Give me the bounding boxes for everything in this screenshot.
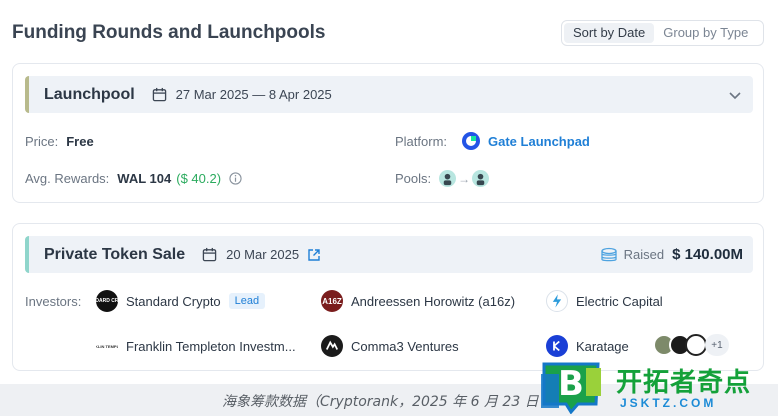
calendar-icon <box>152 87 166 102</box>
investor-name: Electric Capital <box>576 293 663 309</box>
calendar-icon <box>202 247 217 262</box>
external-link-icon[interactable] <box>307 248 321 262</box>
standard-crypto-logo: STANDARD CRYPTO <box>96 290 118 312</box>
pools-row: Pools: → <box>395 170 490 187</box>
private-sale-title: Private Token Sale <box>44 245 186 263</box>
investor-item[interactable]: STANDARD CRYPTO Standard Crypto Lead <box>96 290 266 312</box>
investor-item[interactable]: Karatage <box>546 335 629 357</box>
chevron-down-icon[interactable] <box>727 87 743 103</box>
investor-name: Andreessen Horowitz (a16z) <box>351 293 516 309</box>
franklin-templeton-logo: FRANKLIN TEMPLETON <box>96 335 118 357</box>
investor-name: Franklin Templeton Investm... <box>126 338 296 354</box>
comma3-logo <box>321 335 343 357</box>
coins-icon <box>600 247 617 261</box>
karatage-logo <box>546 335 568 357</box>
price-label: Price: <box>25 134 59 149</box>
investor-name: Comma3 Ventures <box>351 338 459 354</box>
rewards-row: Avg. Rewards: WAL 104 ($ 40.2) <box>25 171 242 186</box>
private-sale-header[interactable]: Private Token Sale 20 Mar 2025 Raised $ … <box>25 236 753 273</box>
a16z-logo: A16Z <box>321 290 343 312</box>
platform-label: Platform: <box>395 133 448 149</box>
investor-item[interactable]: A16Z Andreessen Horowitz (a16z) <box>321 290 515 312</box>
group-by-type-button[interactable]: Group by Type <box>654 23 757 43</box>
platform-row: Platform: Gate Launchpad <box>395 131 590 151</box>
info-icon[interactable] <box>229 172 242 185</box>
price-value: Free <box>66 134 94 149</box>
gate-logo-icon <box>462 132 481 150</box>
launchpool-card: Launchpool 27 Mar 2025 — 8 Apr 2025 Pric… <box>12 63 764 203</box>
more-investors-count[interactable]: +1 <box>705 334 729 356</box>
more-investors-group[interactable]: +1 <box>653 334 729 356</box>
launchpool-title: Launchpool <box>44 85 135 103</box>
raised-group: Raised $ 140.00M <box>600 236 743 273</box>
pools-label: Pools: <box>395 171 432 186</box>
investor-avatar-icon <box>685 334 707 356</box>
watermark-subtitle: JSKTZ.COM <box>620 396 717 410</box>
caption: 海象筹款数据（Cryptorank，2025 年 6 月 23 日 <box>222 394 539 410</box>
rewards-label: Avg. Rewards: <box>25 171 110 186</box>
investor-name: Karatage <box>576 338 629 354</box>
watermark: B 开拓者奇点 JSKTZ.COM <box>536 358 778 416</box>
investor-item[interactable]: FRANKLIN TEMPLETON Franklin Templeton In… <box>96 335 296 357</box>
investors-label-text: Investors: <box>25 294 82 309</box>
sort-toggle: Sort by Date Group by Type <box>561 20 764 46</box>
launchpool-header[interactable]: Launchpool 27 Mar 2025 — 8 Apr 2025 <box>25 76 753 113</box>
rewards-usd: ($ 40.2) <box>176 171 222 186</box>
raised-value: $ 140.00M <box>672 246 743 263</box>
electric-capital-logo <box>546 290 568 312</box>
price-row: Price: Free <box>25 134 94 149</box>
page-title: Funding Rounds and Launchpools <box>12 22 326 43</box>
watermark-title: 开拓者奇点 <box>616 368 752 398</box>
investor-item[interactable]: Comma3 Ventures <box>321 335 459 357</box>
sort-by-date-button[interactable]: Sort by Date <box>564 23 655 43</box>
arrow-right-icon: → <box>458 171 471 186</box>
watermark-badge-letter: B <box>558 364 584 404</box>
investor-name: Standard Crypto <box>126 293 221 309</box>
lead-badge: Lead <box>228 293 266 309</box>
raised-label: Raised <box>623 247 665 262</box>
private-sale-card: Private Token Sale 20 Mar 2025 Raised $ … <box>12 223 764 371</box>
investor-item[interactable]: Electric Capital <box>546 290 663 312</box>
rewards-value: WAL 104 <box>117 171 172 186</box>
private-sale-date: 20 Mar 2025 <box>226 247 300 262</box>
investors-label: Investors: <box>25 294 89 309</box>
launchpool-dates: 27 Mar 2025 — 8 Apr 2025 <box>175 87 332 102</box>
pool-avatar-icon[interactable] <box>439 170 457 187</box>
pool-avatar-icon[interactable] <box>472 170 490 187</box>
platform-link[interactable]: Gate Launchpad <box>488 134 590 149</box>
